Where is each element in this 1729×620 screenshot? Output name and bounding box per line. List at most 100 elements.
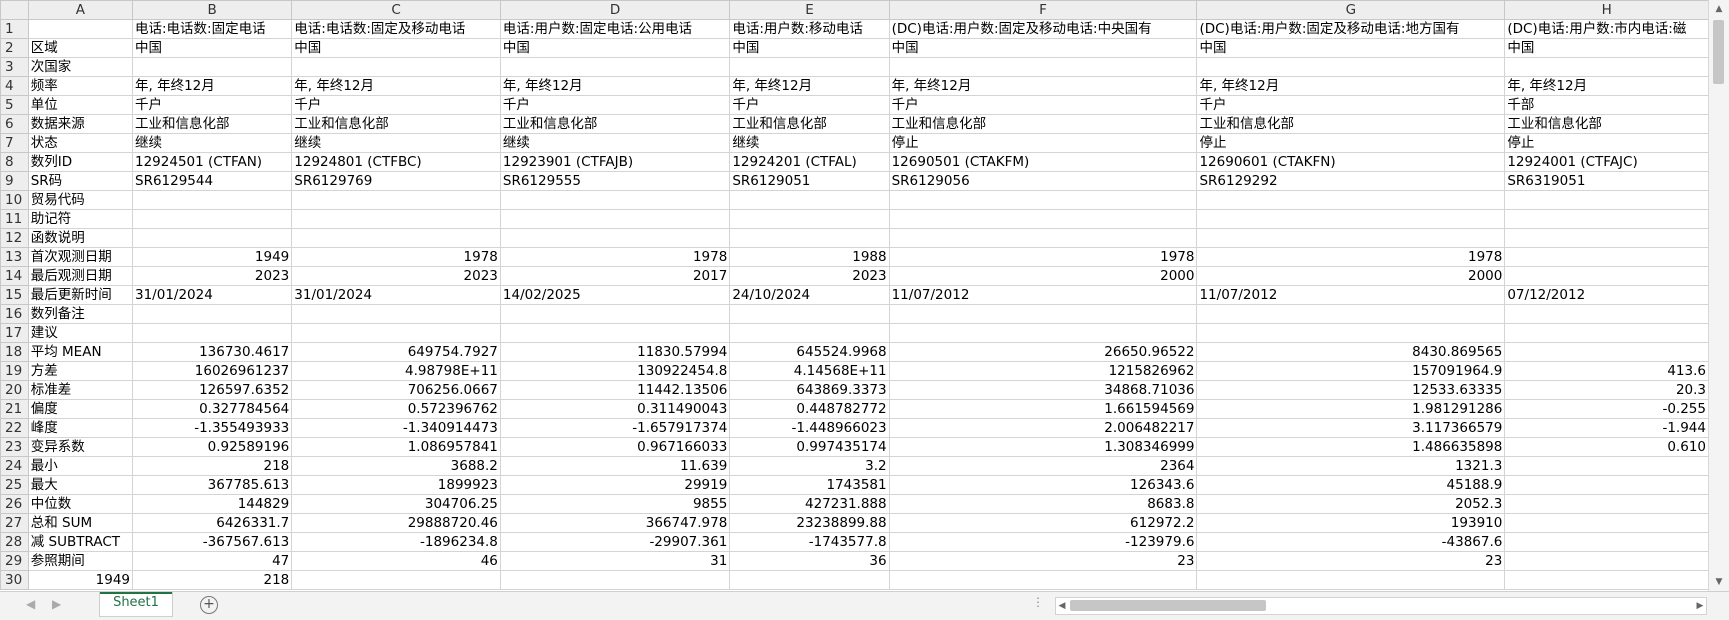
cell[interactable]: 3688.2 [291, 456, 501, 476]
cell[interactable] [1504, 190, 1709, 210]
cell[interactable] [499, 228, 731, 248]
cell[interactable]: 0.967166033 [499, 437, 731, 457]
cell[interactable]: 11442.13506 [499, 380, 731, 400]
cell[interactable]: 1.486635898 [1196, 437, 1506, 457]
sheet-tab-sheet1[interactable]: Sheet1 [99, 592, 173, 617]
cell[interactable]: 12690501 (CTAKFM) [888, 152, 1198, 172]
cell[interactable]: 停止 [1504, 133, 1709, 153]
cell[interactable]: 218 [131, 570, 293, 590]
cell[interactable]: 0.448782772 [729, 399, 890, 419]
cell[interactable]: 贸易代码 [27, 190, 134, 210]
row-header[interactable]: 7 [0, 133, 29, 153]
cell[interactable]: 电话:电话数:固定及移动电话 [291, 19, 501, 39]
cell[interactable]: SR6129051 [729, 171, 890, 191]
cell[interactable] [499, 570, 731, 590]
cell[interactable]: SR6129769 [291, 171, 501, 191]
cell[interactable] [291, 304, 501, 324]
cell[interactable] [1504, 266, 1709, 286]
cell[interactable]: 年, 年终12月 [499, 76, 731, 96]
cell[interactable]: 20.3 [1504, 380, 1709, 400]
cell[interactable]: 0.610 [1504, 437, 1709, 457]
cell[interactable]: 中国 [291, 38, 501, 58]
cell[interactable]: 612972.2 [888, 513, 1198, 533]
cell[interactable]: 23 [888, 551, 1198, 571]
cell[interactable]: 218 [131, 456, 293, 476]
cell[interactable]: 千户 [131, 95, 293, 115]
cell[interactable]: 12924501 (CTFAN) [131, 152, 293, 172]
cell[interactable]: 0.92589196 [131, 437, 293, 457]
vertical-scrollbar[interactable]: ▲ ▼ [1708, 0, 1729, 591]
cell[interactable] [291, 570, 501, 590]
cell[interactable] [888, 228, 1198, 248]
cell[interactable]: 工业和信息化部 [131, 114, 293, 134]
cell[interactable] [291, 57, 501, 77]
prev-sheet-icon[interactable]: ◀ [26, 597, 35, 611]
row-header[interactable]: 12 [0, 228, 29, 248]
cell[interactable]: 1.981291286 [1196, 399, 1506, 419]
row-header[interactable]: 4 [0, 76, 29, 96]
cell[interactable]: 中国 [888, 38, 1198, 58]
row-header[interactable]: 5 [0, 95, 29, 115]
cell[interactable]: 继续 [291, 133, 501, 153]
row-header[interactable]: 22 [0, 418, 29, 438]
row-header[interactable]: 25 [0, 475, 29, 495]
cell[interactable]: 工业和信息化部 [291, 114, 501, 134]
cell[interactable]: 26650.96522 [888, 342, 1198, 362]
cell[interactable]: 8430.869565 [1196, 342, 1506, 362]
cell[interactable] [1504, 513, 1709, 533]
cell[interactable]: 平均 MEAN [27, 342, 134, 362]
cell[interactable]: 年, 年终12月 [1504, 76, 1709, 96]
cell[interactable]: 1321.3 [1196, 456, 1506, 476]
cell[interactable]: 4.14568E+11 [729, 361, 890, 381]
cell[interactable] [499, 323, 731, 343]
cell[interactable] [499, 57, 731, 77]
cell[interactable] [729, 57, 890, 77]
cell[interactable] [291, 323, 501, 343]
cell[interactable] [131, 228, 293, 248]
cell[interactable]: SR6129292 [1196, 171, 1506, 191]
cell[interactable]: -29907.361 [499, 532, 731, 552]
cell[interactable]: 12924801 (CTFBC) [291, 152, 501, 172]
cell[interactable] [1504, 209, 1709, 229]
cell[interactable] [1196, 190, 1506, 210]
cell[interactable]: 最后观测日期 [27, 266, 134, 286]
cell[interactable]: 1978 [888, 247, 1198, 267]
row-header[interactable]: 23 [0, 437, 29, 457]
cell[interactable] [131, 323, 293, 343]
cell[interactable] [1504, 570, 1709, 590]
column-header-c[interactable]: C [291, 0, 501, 20]
row-header[interactable]: 29 [0, 551, 29, 571]
cell[interactable] [888, 190, 1198, 210]
cell[interactable]: 0.327784564 [131, 399, 293, 419]
cell[interactable]: -1.657917374 [499, 418, 731, 438]
cell-table[interactable]: ABCDEFGH 1 电话:电话数:固定电话 电话:电话数:固定及移动电话 电话:用户… [0, 0, 1709, 590]
cell[interactable]: 继续 [499, 133, 731, 153]
select-all-corner[interactable] [0, 0, 29, 20]
cell[interactable]: 31/01/2024 [131, 285, 293, 305]
more-options-icon[interactable]: ⋮ [1032, 595, 1044, 609]
cell[interactable] [131, 190, 293, 210]
cell[interactable]: 继续 [131, 133, 293, 153]
cell[interactable]: 0.311490043 [499, 399, 731, 419]
cell[interactable] [1504, 532, 1709, 552]
cell[interactable]: 参照期间 [27, 551, 134, 571]
cell[interactable]: -1896234.8 [291, 532, 501, 552]
cell[interactable]: 649754.7927 [291, 342, 501, 362]
cell[interactable]: 136730.4617 [131, 342, 293, 362]
cell[interactable]: 停止 [888, 133, 1198, 153]
cell[interactable]: 千户 [499, 95, 731, 115]
cell[interactable]: 11.639 [499, 456, 731, 476]
cell[interactable]: 单位 [27, 95, 134, 115]
cell[interactable]: 12533.63335 [1196, 380, 1506, 400]
cell[interactable] [729, 323, 890, 343]
cell[interactable]: 11/07/2012 [888, 285, 1198, 305]
cell[interactable] [1504, 57, 1709, 77]
cell[interactable]: -0.255 [1504, 399, 1709, 419]
cell[interactable]: 函数说明 [27, 228, 134, 248]
column-header-d[interactable]: D [499, 0, 731, 20]
scroll-left-arrow-icon[interactable]: ◀ [1056, 598, 1068, 614]
cell[interactable]: 中国 [499, 38, 731, 58]
cell[interactable] [1196, 57, 1506, 77]
cell[interactable]: 126343.6 [888, 475, 1198, 495]
cell[interactable]: 11830.57994 [499, 342, 731, 362]
